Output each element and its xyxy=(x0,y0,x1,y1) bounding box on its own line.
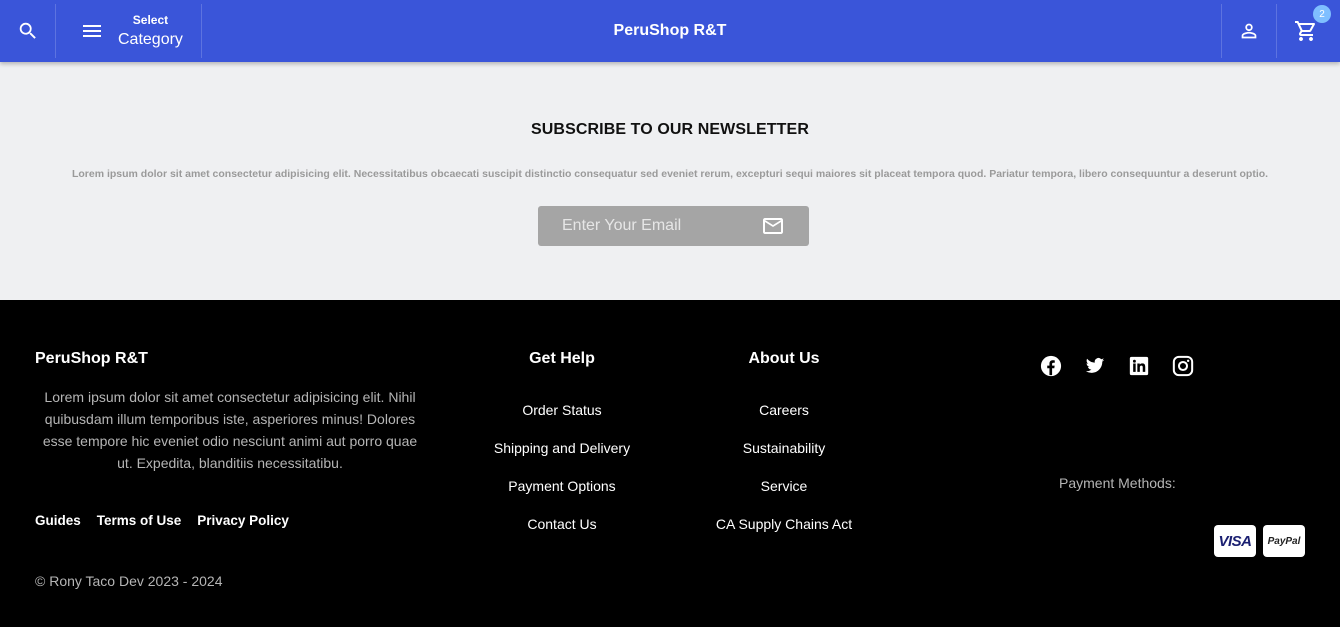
newsletter-section: SUBSCRIBE TO OUR NEWSLETTER Lorem ipsum … xyxy=(0,62,1340,300)
search-button[interactable] xyxy=(0,0,55,62)
search-icon xyxy=(19,22,36,39)
social-links xyxy=(1040,355,1194,377)
header-divider xyxy=(201,4,202,58)
newsletter-form xyxy=(538,206,809,246)
category-label-large: Category xyxy=(118,31,183,48)
twitter-icon[interactable] xyxy=(1084,355,1106,377)
link-order-status[interactable]: Order Status xyxy=(462,402,662,440)
top-navbar: Select Category PeruShop R&T 2 xyxy=(0,0,1340,62)
subscribe-button[interactable] xyxy=(760,214,786,238)
cart-button[interactable]: 2 xyxy=(1277,0,1335,62)
about-us-title: About Us xyxy=(748,350,820,367)
category-label: Select Category xyxy=(118,14,183,48)
payment-methods-label: Payment Methods: xyxy=(1059,475,1176,491)
person-icon xyxy=(1241,23,1257,39)
about-us-column: About Us Careers Sustainability Service … xyxy=(684,350,884,554)
visa-icon: VISA xyxy=(1214,525,1256,557)
link-careers[interactable]: Careers xyxy=(684,402,884,440)
get-help-title: Get Help xyxy=(529,350,595,367)
cart-icon xyxy=(1295,21,1316,41)
link-payment-options[interactable]: Payment Options xyxy=(462,478,662,516)
linkedin-icon[interactable] xyxy=(1128,355,1150,377)
footer-about-text: Lorem ipsum dolor sit amet consectetur a… xyxy=(42,389,418,471)
cart-count-badge: 2 xyxy=(1313,5,1331,23)
mail-icon xyxy=(763,218,783,234)
email-input[interactable] xyxy=(538,206,753,246)
link-service[interactable]: Service xyxy=(684,478,884,516)
account-button[interactable] xyxy=(1222,0,1276,62)
category-label-small: Select xyxy=(132,13,169,27)
link-sustainability[interactable]: Sustainability xyxy=(684,440,884,478)
select-category-button[interactable]: Select Category xyxy=(56,0,201,62)
footer-link-guides[interactable]: Guides xyxy=(35,513,81,528)
brand-logo-text[interactable]: PeruShop R&T xyxy=(614,22,727,40)
menu-icon xyxy=(83,25,101,37)
link-shipping-delivery[interactable]: Shipping and Delivery xyxy=(462,440,662,478)
get-help-column: Get Help Order Status Shipping and Deliv… xyxy=(462,350,662,554)
link-contact-us[interactable]: Contact Us xyxy=(462,516,662,554)
footer-link-privacy[interactable]: Privacy Policy xyxy=(197,513,289,528)
paypal-icon: PayPal xyxy=(1263,525,1305,557)
newsletter-title: SUBSCRIBE TO OUR NEWSLETTER xyxy=(531,121,809,138)
newsletter-description: Lorem ipsum dolor sit amet consectetur a… xyxy=(71,168,1269,180)
instagram-icon[interactable] xyxy=(1172,355,1194,377)
footer-brand: PeruShop R&T xyxy=(35,350,148,367)
copyright: © Rony Taco Dev 2023 - 2024 xyxy=(35,573,223,589)
footer-legal-links: Guides Terms of Use Privacy Policy xyxy=(35,513,289,528)
footer-link-terms[interactable]: Terms of Use xyxy=(97,513,182,528)
payment-methods: VISA PayPal xyxy=(1214,525,1305,557)
facebook-icon[interactable] xyxy=(1040,355,1062,377)
footer: PeruShop R&T Lorem ipsum dolor sit amet … xyxy=(0,300,1340,627)
link-ca-supply-chains[interactable]: CA Supply Chains Act xyxy=(684,516,884,554)
